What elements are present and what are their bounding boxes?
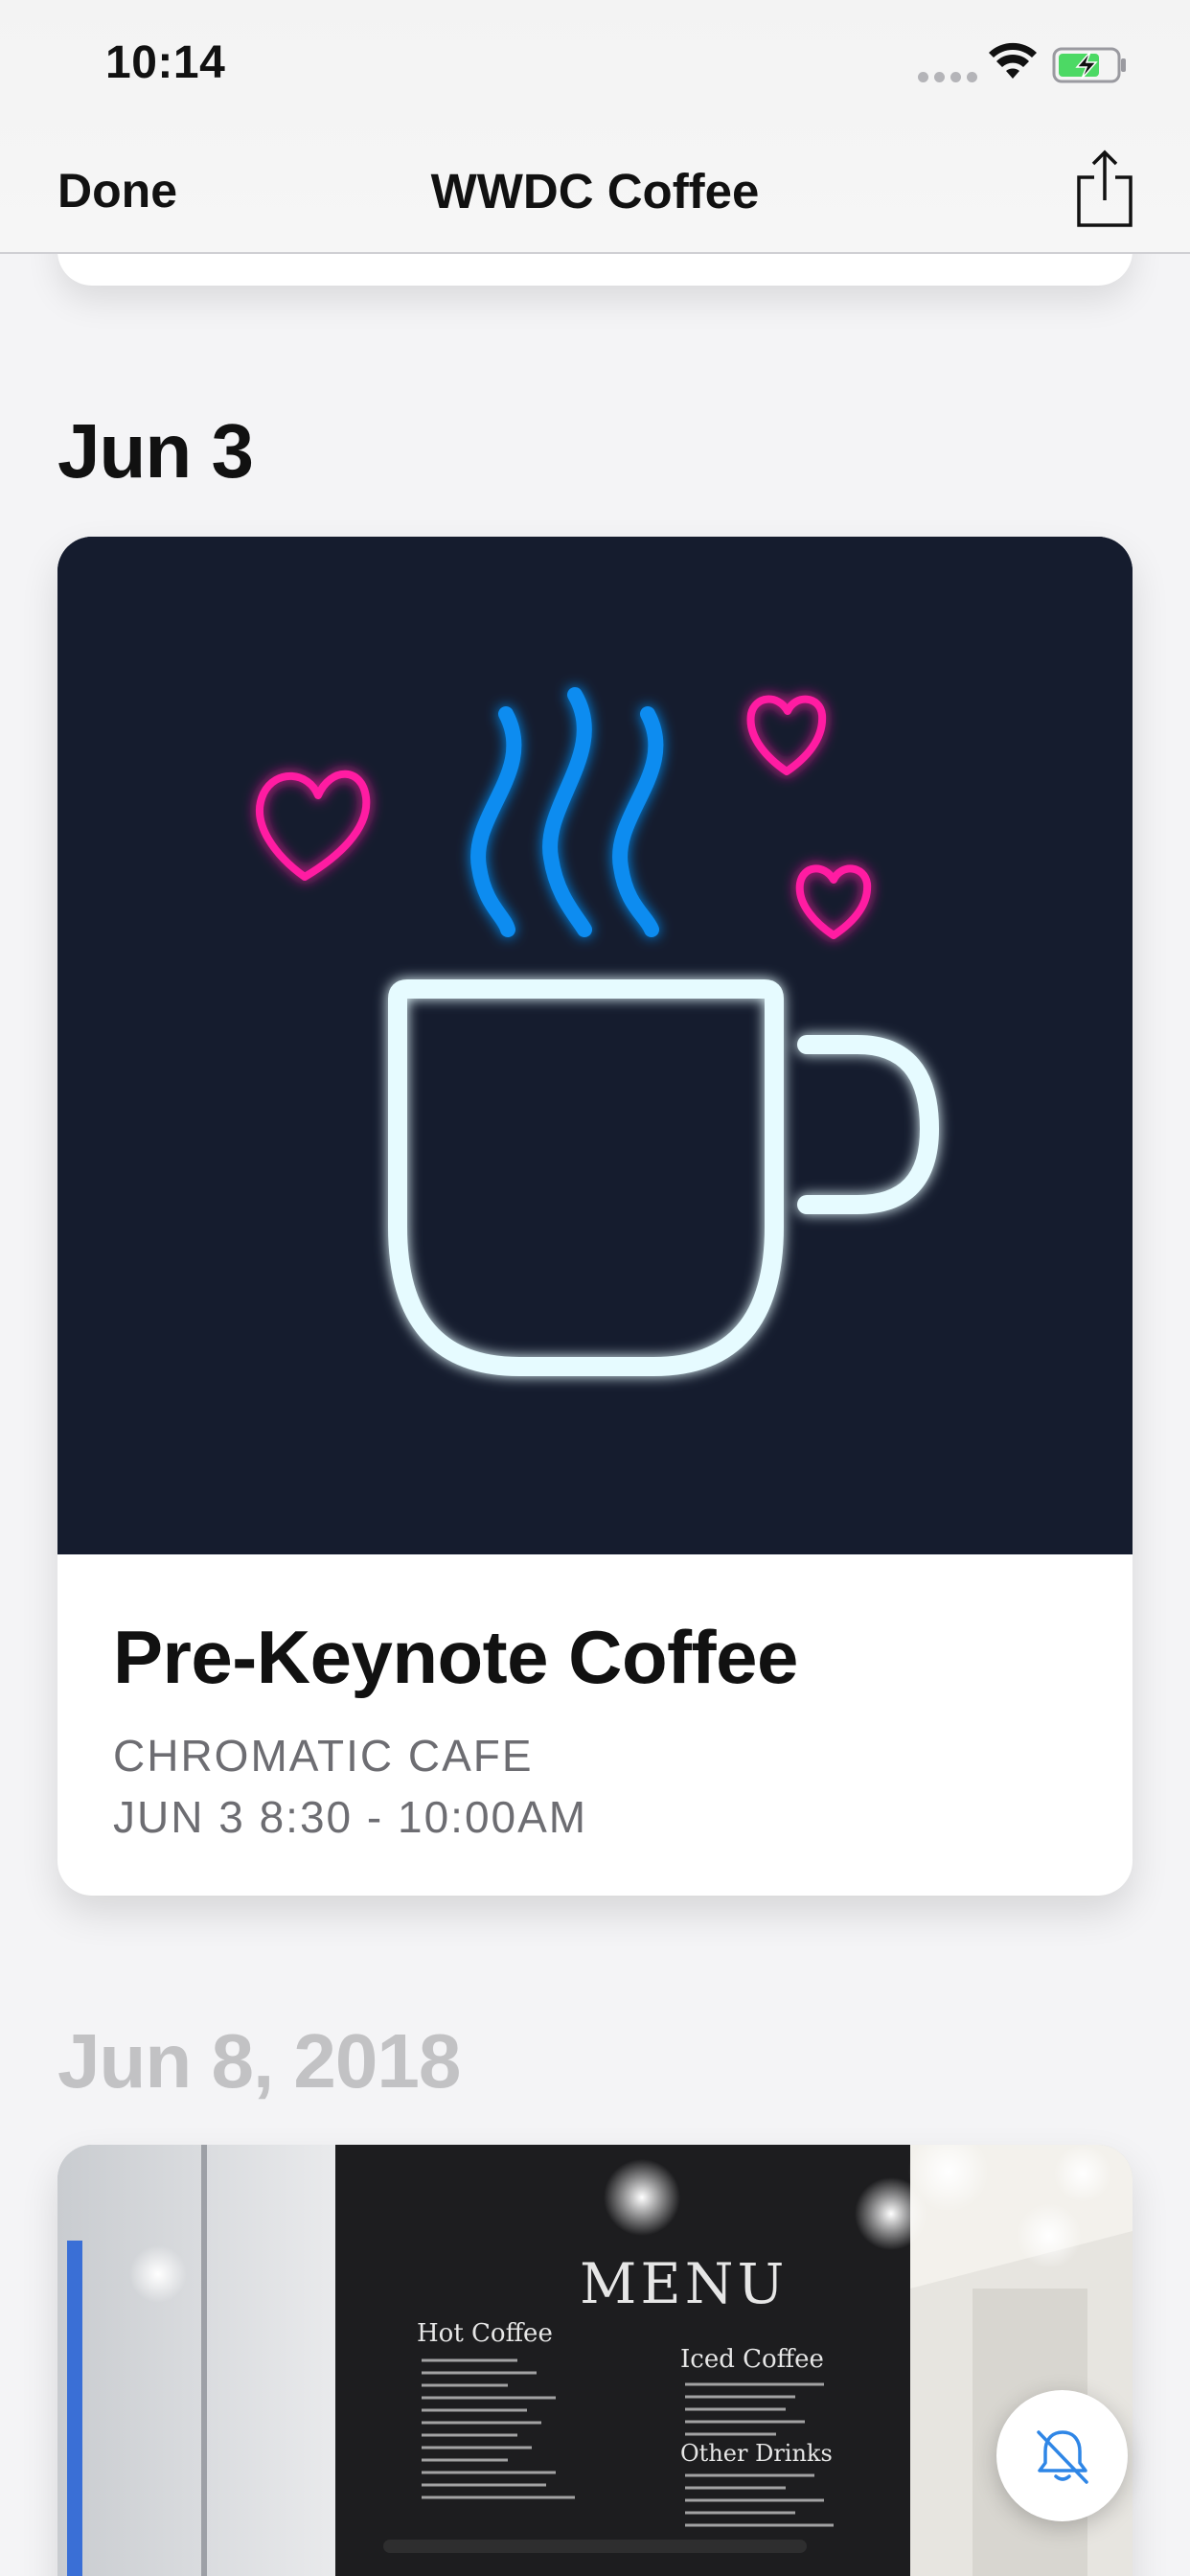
battery-charging-icon — [1052, 47, 1126, 83]
navigation-bar: 10:14 Done WWDC Coffee — [0, 0, 1190, 254]
event-location: CHROMATIC CAFE — [113, 1731, 534, 1781]
event-card-photo[interactable]: MENU Hot Coffee Iced Coffee Other Drinks — [57, 2145, 1133, 2576]
share-icon[interactable] — [1075, 149, 1134, 229]
page-title: WWDC Coffee — [430, 164, 760, 218]
bell-slash-icon — [1036, 2429, 1088, 2484]
wifi-icon — [989, 42, 1037, 79]
event-card[interactable]: Pre-Keynote Coffee CHROMATIC CAFE JUN 3 … — [57, 537, 1133, 1896]
menu-iced-coffee: Iced Coffee — [680, 2345, 824, 2374]
event-time: JUN 3 8:30 - 10:00AM — [113, 1792, 588, 1842]
section-header-jun-3: Jun 3 — [57, 408, 254, 494]
notifications-toggle-button[interactable] — [996, 2390, 1128, 2521]
event-card-body: Pre-Keynote Coffee CHROMATIC CAFE JUN 3 … — [57, 1554, 1133, 1843]
section-header-jun-8: Jun 8, 2018 — [57, 2018, 461, 2104]
menu-hot-coffee: Hot Coffee — [417, 2319, 553, 2348]
home-indicator[interactable] — [383, 2540, 807, 2553]
done-button[interactable]: Done — [57, 163, 177, 218]
event-title: Pre-Keynote Coffee — [113, 1615, 798, 1699]
menu-heading: MENU — [580, 2251, 788, 2316]
cellular-signal-icon — [918, 72, 977, 82]
menu-other-drinks: Other Drinks — [680, 2440, 833, 2467]
neon-coffee-cup-illustration — [57, 537, 1133, 1554]
cafe-menu-photo: MENU Hot Coffee Iced Coffee Other Drinks — [57, 2145, 1133, 2576]
screen: 10:14 Done WWDC Coffee Jun 3 Pre-Keynote… — [0, 0, 1190, 2576]
status-time: 10:14 — [105, 37, 226, 88]
